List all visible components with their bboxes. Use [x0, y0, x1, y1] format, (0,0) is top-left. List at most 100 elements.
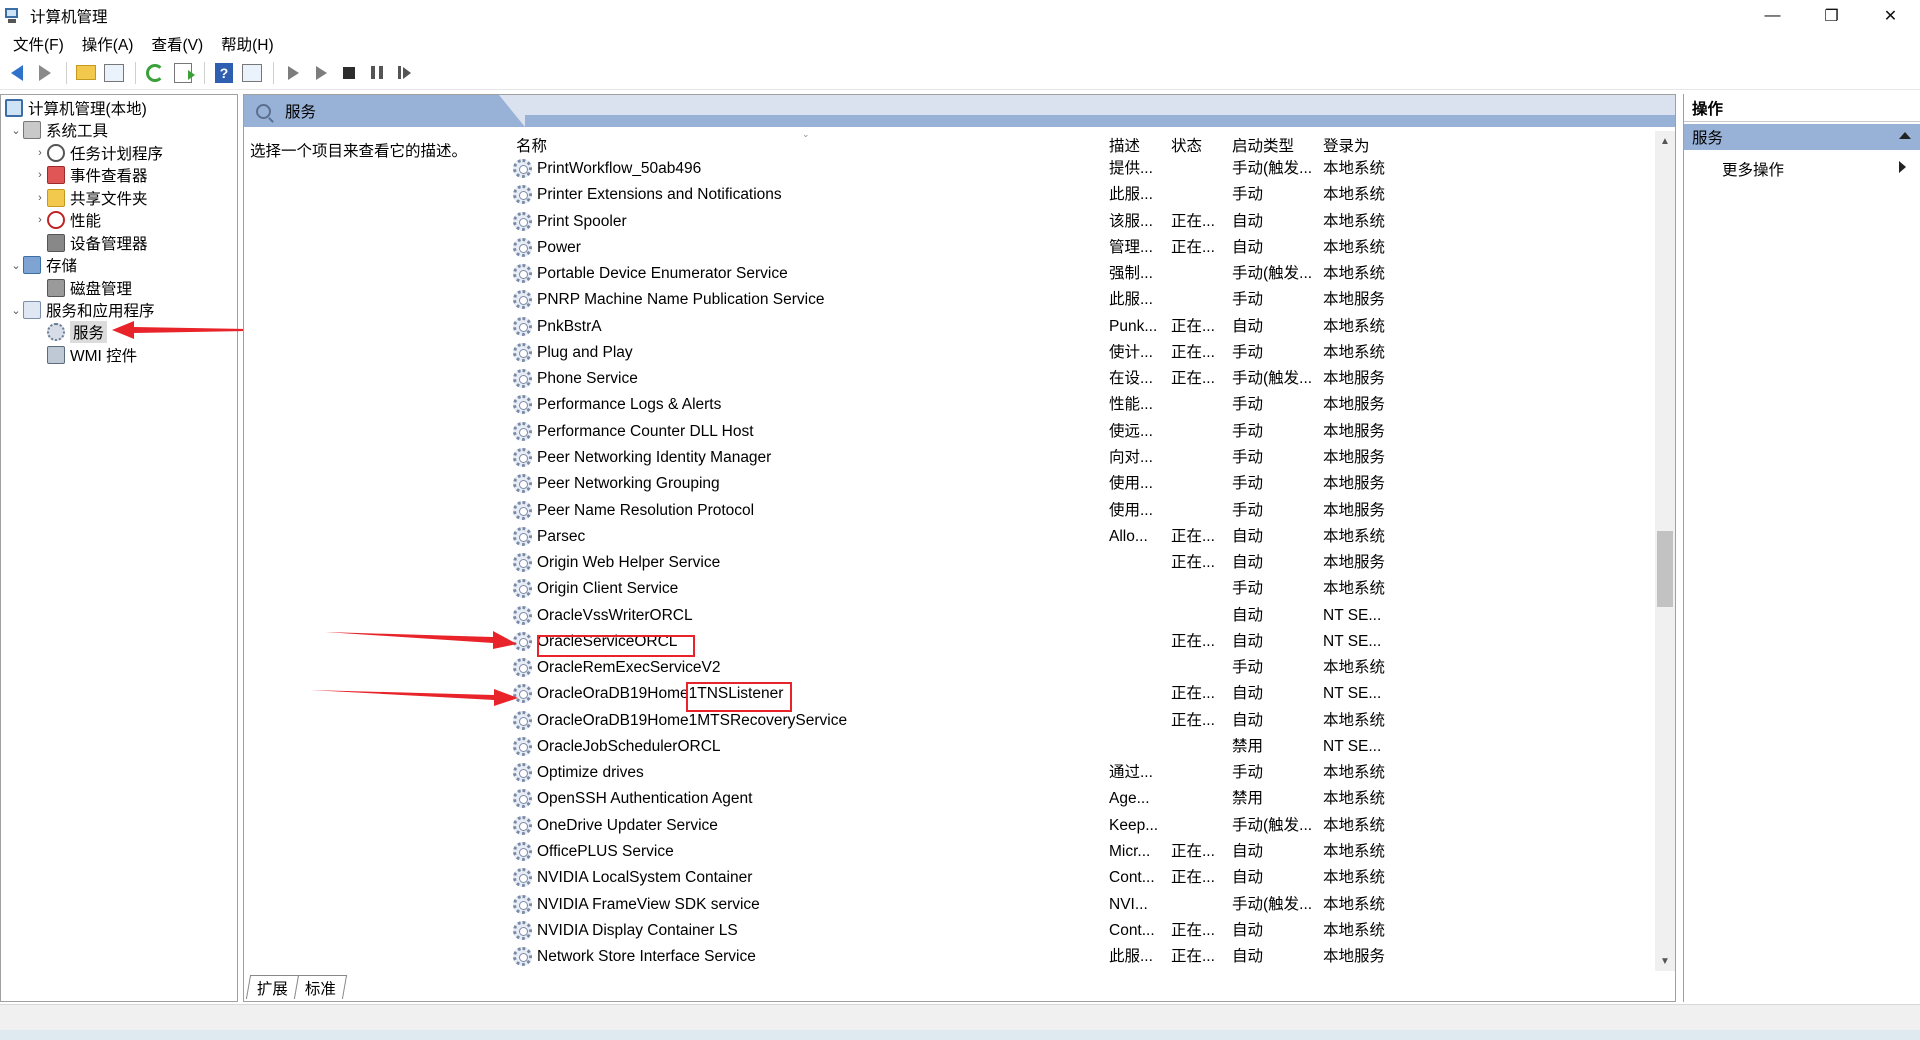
back-button[interactable] [4, 60, 30, 86]
scroll-down-icon[interactable]: ▼ [1655, 951, 1675, 971]
collapse-chevron-icon[interactable]: ⌄ [9, 259, 23, 272]
status-bar [0, 1004, 1920, 1030]
show-hide-tree-button[interactable] [101, 60, 127, 86]
service-row[interactable]: PrintWorkflow_50ab496 提供... 手动(触发... 本地系统 [244, 156, 1644, 182]
tree-disk-management[interactable]: 磁盘管理 [47, 277, 132, 299]
vertical-scrollbar[interactable]: ▲ ▼ [1655, 131, 1675, 971]
scroll-up-icon[interactable]: ▲ [1655, 131, 1675, 151]
service-gear-icon [513, 395, 532, 415]
service-status: 正在... [1171, 238, 1215, 256]
submenu-arrow-icon[interactable] [1899, 161, 1906, 173]
tree-device-manager-label: 设备管理器 [70, 236, 148, 253]
service-row[interactable]: NVIDIA FrameView SDK service NVI... 手动(触发.… [244, 892, 1644, 918]
tree-wmi[interactable]: WMI 控件 [47, 344, 137, 366]
shared-folder-icon [47, 189, 65, 207]
service-row[interactable]: OfficePLUS Service Micr... 正在... 自动 本地系统 [244, 839, 1644, 865]
help-button[interactable]: ? [211, 60, 237, 86]
service-row[interactable]: NVIDIA LocalSystem Container Cont... 正在...… [244, 865, 1644, 891]
column-startup[interactable]: 启动类型 [1232, 133, 1294, 157]
minimize-button[interactable]: — [1743, 0, 1802, 31]
start-service-alt-button[interactable] [308, 60, 334, 86]
restore-button[interactable]: ❐ [1802, 0, 1861, 31]
tree-services[interactable]: 服务 [47, 321, 108, 343]
scrollbar-thumb[interactable] [1657, 531, 1673, 607]
service-row[interactable]: Performance Logs & Alerts 性能... 手动 本地服务 [244, 392, 1644, 418]
column-state[interactable]: 状态 [1171, 133, 1202, 157]
up-level-button[interactable] [73, 60, 99, 86]
menu-view[interactable]: 查看(V) [142, 33, 212, 55]
service-row[interactable]: OneDrive Updater Service Keep... 手动(触发... 本… [244, 813, 1644, 839]
tab-extended[interactable]: 扩展 [245, 975, 300, 999]
service-name: Origin Client Service [537, 580, 679, 598]
service-row[interactable]: Optimize drives 通过... 手动 本地系统 [244, 760, 1644, 786]
service-row[interactable]: Origin Web Helper Service 正在... 自动 本地服务 [244, 550, 1644, 576]
actions-section-services[interactable]: 服务 [1684, 124, 1920, 150]
service-row[interactable]: OpenSSH Authentication Agent Age... 禁用 本地系统 [244, 786, 1644, 812]
menu-action[interactable]: 操作(A) [73, 33, 143, 55]
service-row[interactable]: Peer Name Resolution Protocol 使用... 手动 本地服务 [244, 498, 1644, 524]
column-desc[interactable]: 描述 [1109, 133, 1140, 157]
service-logon-as: 本地系统 [1323, 186, 1386, 204]
export-list-button[interactable] [170, 60, 196, 86]
service-row[interactable]: NVIDIA Display Container LS Cont... 正在... 自… [244, 918, 1644, 944]
service-row[interactable]: Origin Client Service 手动 本地系统 [244, 576, 1644, 602]
tree-shared-folders[interactable]: › 共享文件夹 [33, 187, 148, 209]
device-manager-icon [47, 234, 65, 252]
tree-performance[interactable]: › 性能 [33, 209, 101, 231]
menu-help[interactable]: 帮助(H) [212, 33, 283, 55]
service-row[interactable]: Print Spooler 该服... 正在... 自动 本地系统 [244, 209, 1644, 235]
service-row[interactable]: PnkBstrA Punk... 正在... 自动 本地系统 [244, 314, 1644, 340]
expand-chevron-icon[interactable]: › [33, 169, 47, 181]
tree-storage[interactable]: ⌄ 存储 [9, 254, 77, 276]
service-row[interactable]: Phone Service 在设... 正在... 手动(触发... 本地服务 [244, 366, 1644, 392]
service-row[interactable]: Power 管理... 正在... 自动 本地系统 [244, 235, 1644, 261]
wmi-icon [47, 346, 65, 364]
service-name: Portable Device Enumerator Service [537, 265, 788, 283]
service-row[interactable]: Portable Device Enumerator Service 强制... 手… [244, 261, 1644, 287]
service-row[interactable]: OracleOraDB19Home1MTSRecoveryService 正在..… [244, 708, 1644, 734]
service-row[interactable]: Printer Extensions and Notifications 此服..… [244, 182, 1644, 208]
service-gear-icon [513, 211, 532, 231]
collapse-chevron-icon[interactable]: ⌄ [9, 124, 23, 137]
tree-system-tools[interactable]: ⌄ 系统工具 [9, 119, 108, 141]
service-description: 性能... [1109, 396, 1153, 414]
expand-chevron-icon[interactable]: › [33, 147, 47, 159]
service-row[interactable]: Peer Networking Grouping 使用... 手动 本地服务 [244, 471, 1644, 497]
service-row[interactable]: Network Store Interface Service 此服... 正在..… [244, 944, 1644, 970]
service-row[interactable]: OracleRemExecServiceV2 手动 本地系统 [244, 655, 1644, 681]
annotation-arrow-tnslistener [310, 689, 518, 706]
tab-standard[interactable]: 标准 [293, 975, 348, 999]
forward-button[interactable] [32, 60, 58, 86]
close-button[interactable]: ✕ [1861, 0, 1920, 31]
pause-service-button[interactable] [364, 60, 390, 86]
restart-service-icon [398, 66, 412, 79]
service-row[interactable]: Parsec Allo... 正在... 自动 本地系统 [244, 524, 1644, 550]
toolbar-separator [135, 61, 136, 84]
stop-service-button[interactable] [336, 60, 362, 86]
show-hide-action-pane-button[interactable] [239, 60, 265, 86]
menu-file[interactable]: 文件(F) [4, 33, 73, 55]
service-name: NVIDIA Display Container LS [537, 921, 738, 939]
refresh-button[interactable] [142, 60, 168, 86]
expand-chevron-icon[interactable]: › [33, 192, 47, 204]
column-name[interactable]: 名称 [516, 133, 547, 157]
column-logon[interactable]: 登录为 [1323, 133, 1370, 157]
start-service-button[interactable] [280, 60, 306, 86]
storage-icon [23, 256, 41, 274]
collapse-chevron-icon[interactable]: ⌄ [9, 304, 23, 317]
service-row[interactable]: Peer Networking Identity Manager 向对... 手动 本… [244, 445, 1644, 471]
tree-task-scheduler[interactable]: › 任务计划程序 [33, 142, 163, 164]
service-row[interactable]: Performance Counter DLL Host 使远... 手动 本地服务 [244, 419, 1644, 445]
service-row[interactable]: Plug and Play 使计... 正在... 手动 本地系统 [244, 340, 1644, 366]
tree-device-manager[interactable]: 设备管理器 [47, 232, 148, 254]
restart-service-button[interactable] [392, 60, 418, 86]
collapse-caret-icon[interactable] [1899, 132, 1911, 139]
more-actions-item[interactable]: 更多操作 [1722, 158, 1784, 180]
services-tab: 服务 [244, 95, 499, 127]
expand-chevron-icon[interactable]: › [33, 214, 47, 226]
tree-event-viewer[interactable]: › 事件查看器 [33, 164, 148, 186]
tree-root[interactable]: 计算机管理(本地) [5, 97, 147, 119]
search-icon [256, 103, 271, 119]
service-row[interactable]: OracleJobSchedulerORCL 禁用 NT SE... [244, 734, 1644, 760]
service-row[interactable]: PNRP Machine Name Publication Service 此服.… [244, 287, 1644, 313]
